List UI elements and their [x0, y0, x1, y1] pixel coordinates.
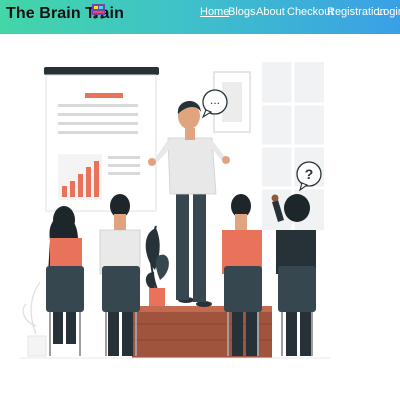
- question-bubble-text: ?: [305, 166, 314, 182]
- nav-login-link[interactable]: Login: [377, 6, 400, 18]
- brand-name[interactable]: The Brain Train: [6, 5, 124, 23]
- decor-plant-sketch: [22, 281, 47, 357]
- presentation-board: [44, 67, 159, 212]
- nav-about-link[interactable]: About: [256, 6, 285, 18]
- nav-home-link[interactable]: Home: [200, 6, 229, 18]
- potted-plant: [145, 225, 169, 306]
- nav-blogs-link[interactable]: Blogs: [228, 6, 256, 18]
- top-navbar: The Brain Train Home Blogs About Checkou…: [0, 0, 400, 34]
- audience-person-left: [46, 206, 84, 356]
- train-logo-icon: [92, 4, 105, 19]
- audience-person-right: [222, 194, 262, 356]
- presenter-classroom-illustration: ... ?: [20, 62, 330, 359]
- speech-bubble-text: ...: [210, 93, 220, 107]
